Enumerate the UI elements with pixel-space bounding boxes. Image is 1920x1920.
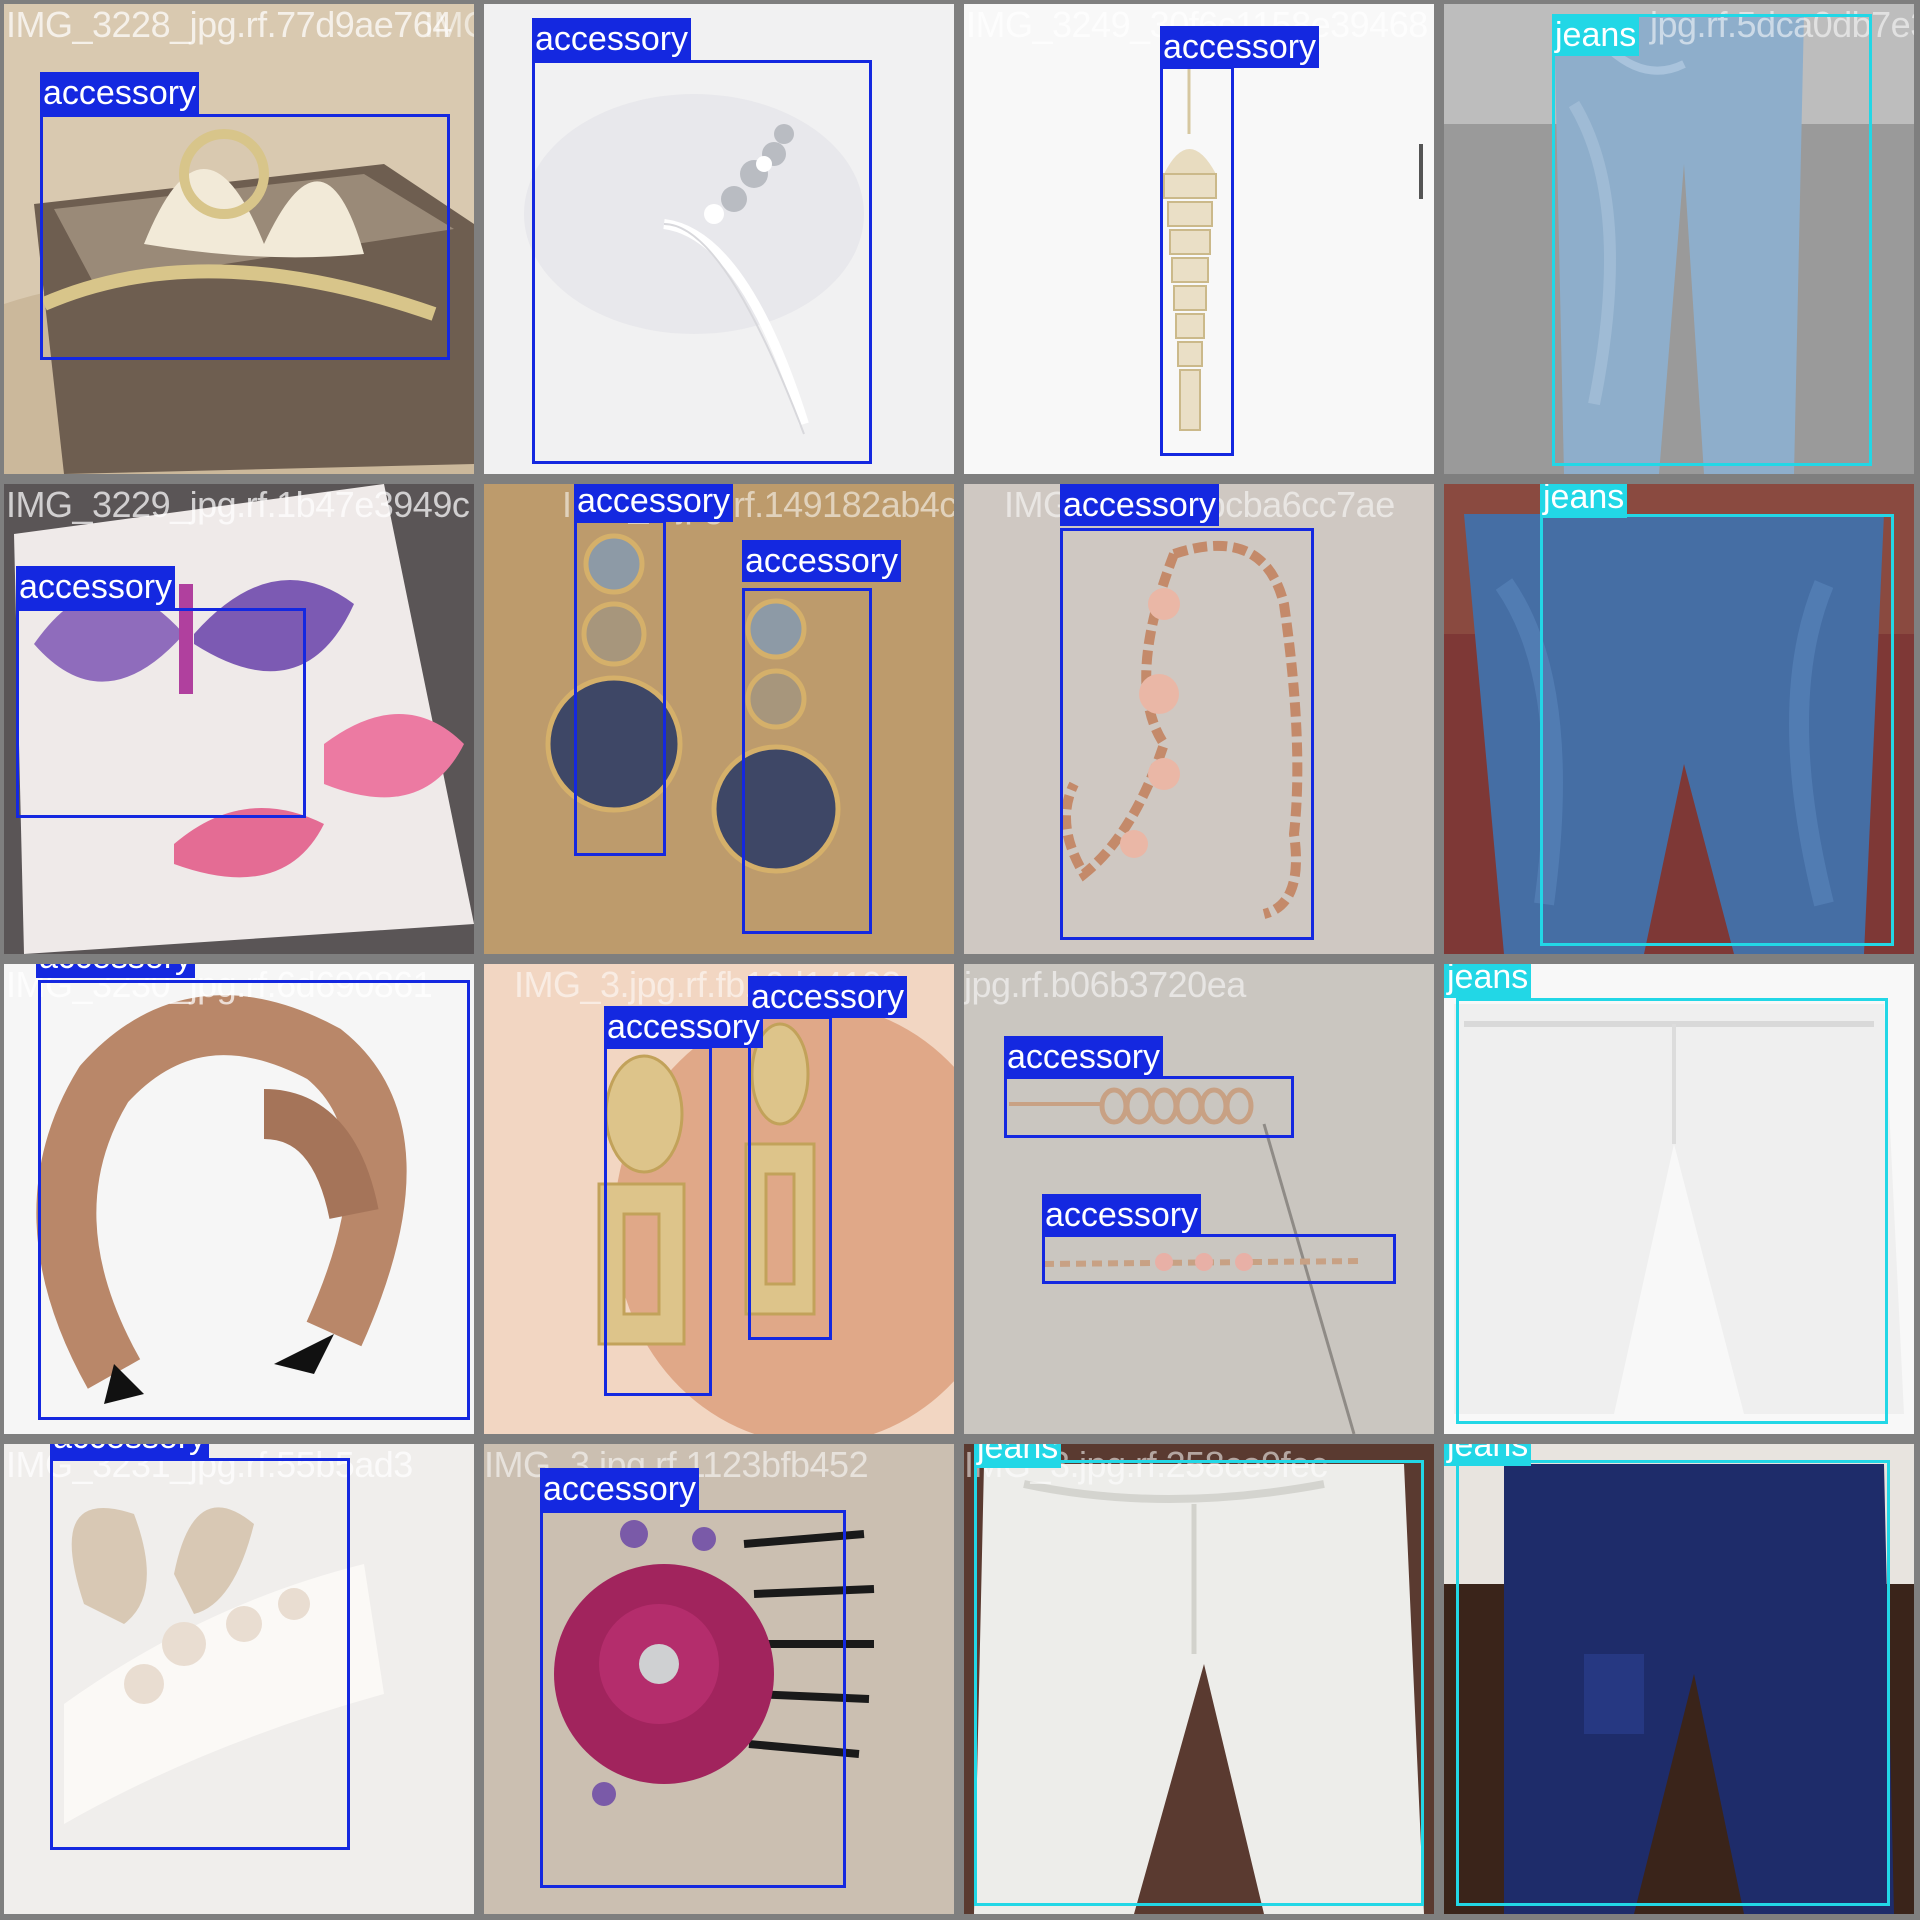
tile-2: accessory [484,4,954,474]
tile-9: IMG_3230_jpg.rf.6d690861 accessory [4,964,474,1434]
bbox-label-jeans: jeans [1444,964,1532,998]
bbox-jeans [974,1460,1424,1906]
bbox-accessory [16,608,306,818]
bbox-accessory [748,1016,832,1340]
bbox-jeans [1456,998,1888,1424]
bbox-accessory [574,520,666,856]
bbox-accessory [604,1046,712,1396]
bbox-label-accessory: accessory [1060,484,1220,526]
bbox-accessory [1042,1234,1396,1284]
tile-8: jeans [1444,484,1914,954]
tile-6: IMG_3.jpg.rf.149182ab4c accessory access… [484,484,954,954]
bbox-label-accessory: accessory [748,976,908,1018]
bbox-accessory [50,1458,350,1850]
tile-5: IMG_3229_jpg.rf.1b47e3949c accessory [4,484,474,954]
bbox-accessory [532,60,872,464]
bbox-label-accessory: accessory [36,964,196,978]
bbox-label-jeans: jeans [1552,14,1640,56]
bbox-label-jeans: jeans [1444,1444,1532,1466]
bbox-accessory [1004,1076,1294,1138]
bbox-label-accessory: accessory [1160,26,1320,68]
bbox-accessory [1160,66,1234,456]
bbox-jeans [1552,14,1872,466]
bbox-label-jeans: jeans [974,1444,1062,1468]
tile-7: IMG_3.jpg.rf.bcba6cc7ae accessory [964,484,1434,954]
bbox-label-jeans: jeans [1540,484,1628,518]
tile-16: jeans [1444,1444,1914,1914]
tile-11: jpg.rf.b06b3720ea accessory accessory [964,964,1434,1434]
bbox-label-accessory: accessory [50,1444,210,1458]
filename-label: IMG_3229_jpg.rf.1b47e3949c [6,484,470,525]
tile-10: IMG_3.jpg.rf.fb16d14103 accessory access… [484,964,954,1434]
bbox-label-accessory: accessory [1042,1194,1202,1236]
bbox-accessory [1060,528,1314,940]
tile-13: IMG_3231_jpg.rf.55b5ad3 accessory [4,1444,474,1914]
bbox-label-accessory: accessory [1004,1036,1164,1078]
bbox-label-accessory: accessory [604,1006,764,1048]
bbox-accessory [742,588,872,934]
bbox-label-accessory: accessory [532,18,692,60]
bbox-label-accessory: accessory [574,484,734,522]
bbox-jeans [1540,514,1894,946]
tile-14: IMG_3.jpg.rf.1123bfb452 accessory [484,1444,954,1914]
bbox-accessory [540,1510,846,1888]
bbox-label-accessory: accessory [540,1468,700,1510]
bbox-label-accessory: accessory [16,566,176,608]
tile-1: IMG_3228_jpg.rf.77d9ae764 IMG_7522ee3943… [4,4,474,474]
filename-overlap: jpg.rf.b06b3720ea [964,964,1246,1005]
tile-15: IMG_3.jpg.rf.258ce9fec jeans [964,1444,1434,1914]
bbox-accessory [38,980,470,1420]
bbox-label-accessory: accessory [40,72,200,114]
filename-overlap: IMG_7522ee3943a [424,4,474,45]
bbox-jeans [1456,1460,1890,1906]
bbox-label-accessory: accessory [742,540,902,582]
filename-label: IMG_3228_jpg.rf.77d9ae764 [6,4,452,45]
tile-3: IMG_3249_30f6c1158e39468 accessory [964,4,1434,474]
bbox-accessory [40,114,450,360]
tile-4: jpg.rf.5dca0db7e30 jeans [1444,4,1914,474]
tile-12: jeans [1444,964,1914,1434]
